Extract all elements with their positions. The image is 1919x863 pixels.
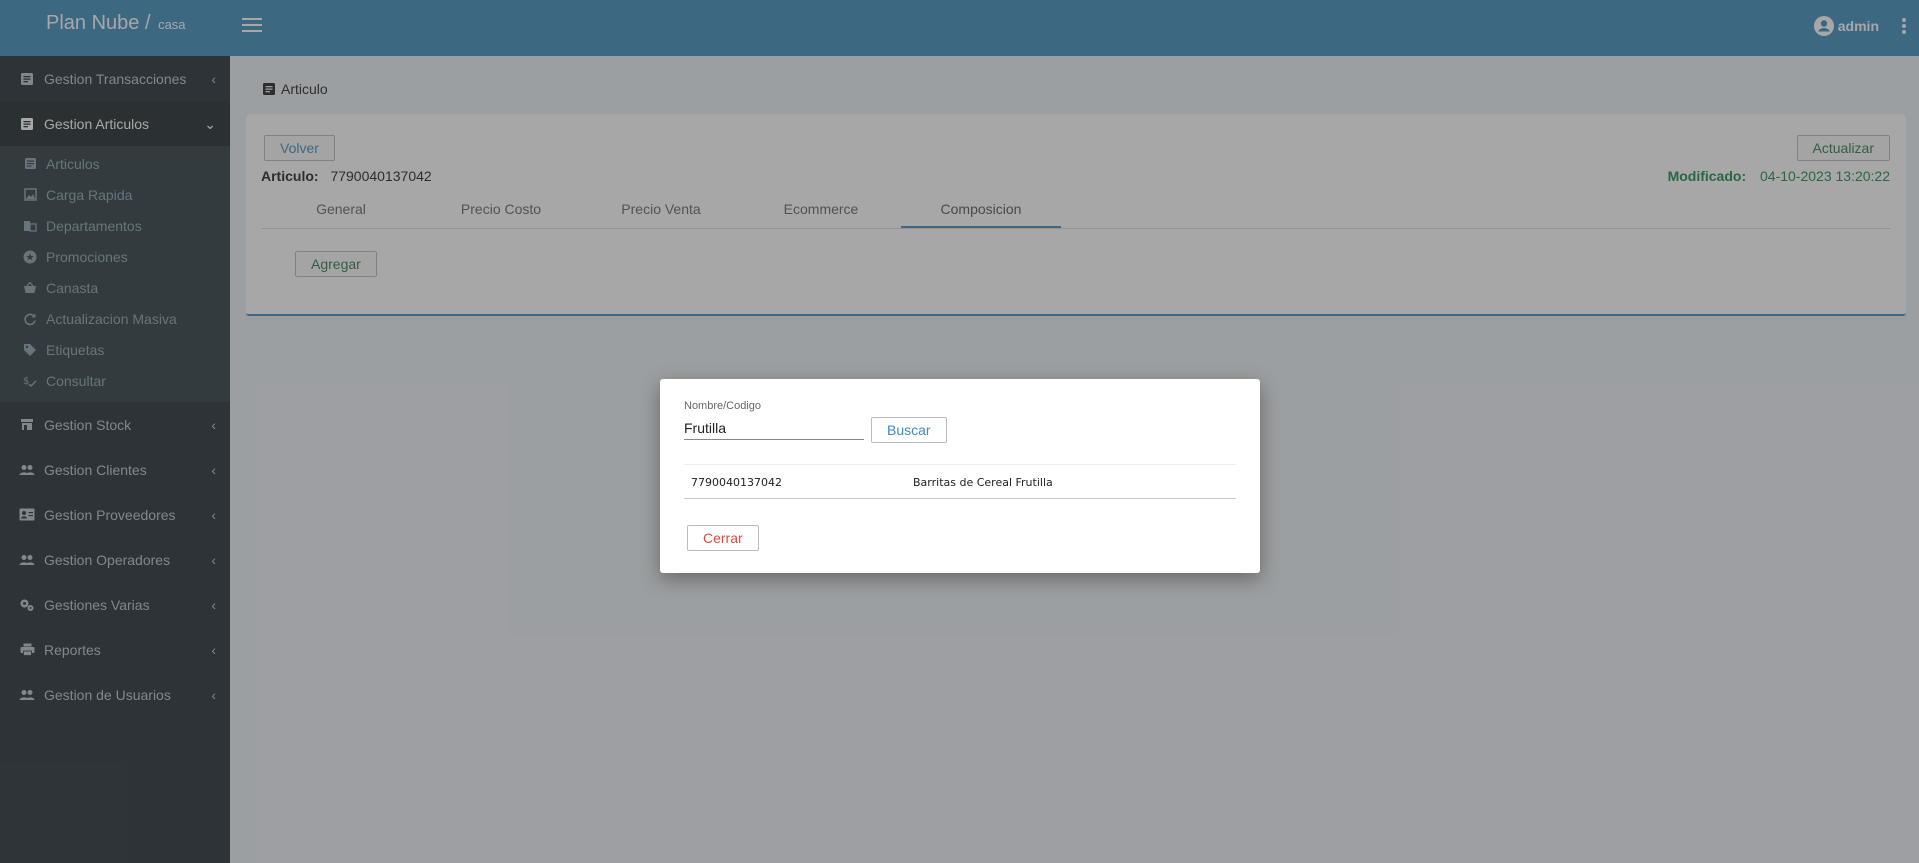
result-codigo: 7790040137042: [691, 476, 782, 489]
buscar-button[interactable]: Buscar: [871, 417, 947, 443]
table-row[interactable]: 7790040137042 Barritas de Cereal Frutill…: [684, 464, 1236, 499]
result-nombre: Barritas de Cereal Frutilla: [913, 476, 1053, 489]
cerrar-button[interactable]: Cerrar: [687, 525, 759, 551]
search-field-label: Nombre/Codigo: [684, 400, 762, 412]
search-input[interactable]: [684, 416, 864, 440]
search-dialog: Nombre/Codigo Buscar 7790040137042 Barri…: [660, 379, 1260, 573]
